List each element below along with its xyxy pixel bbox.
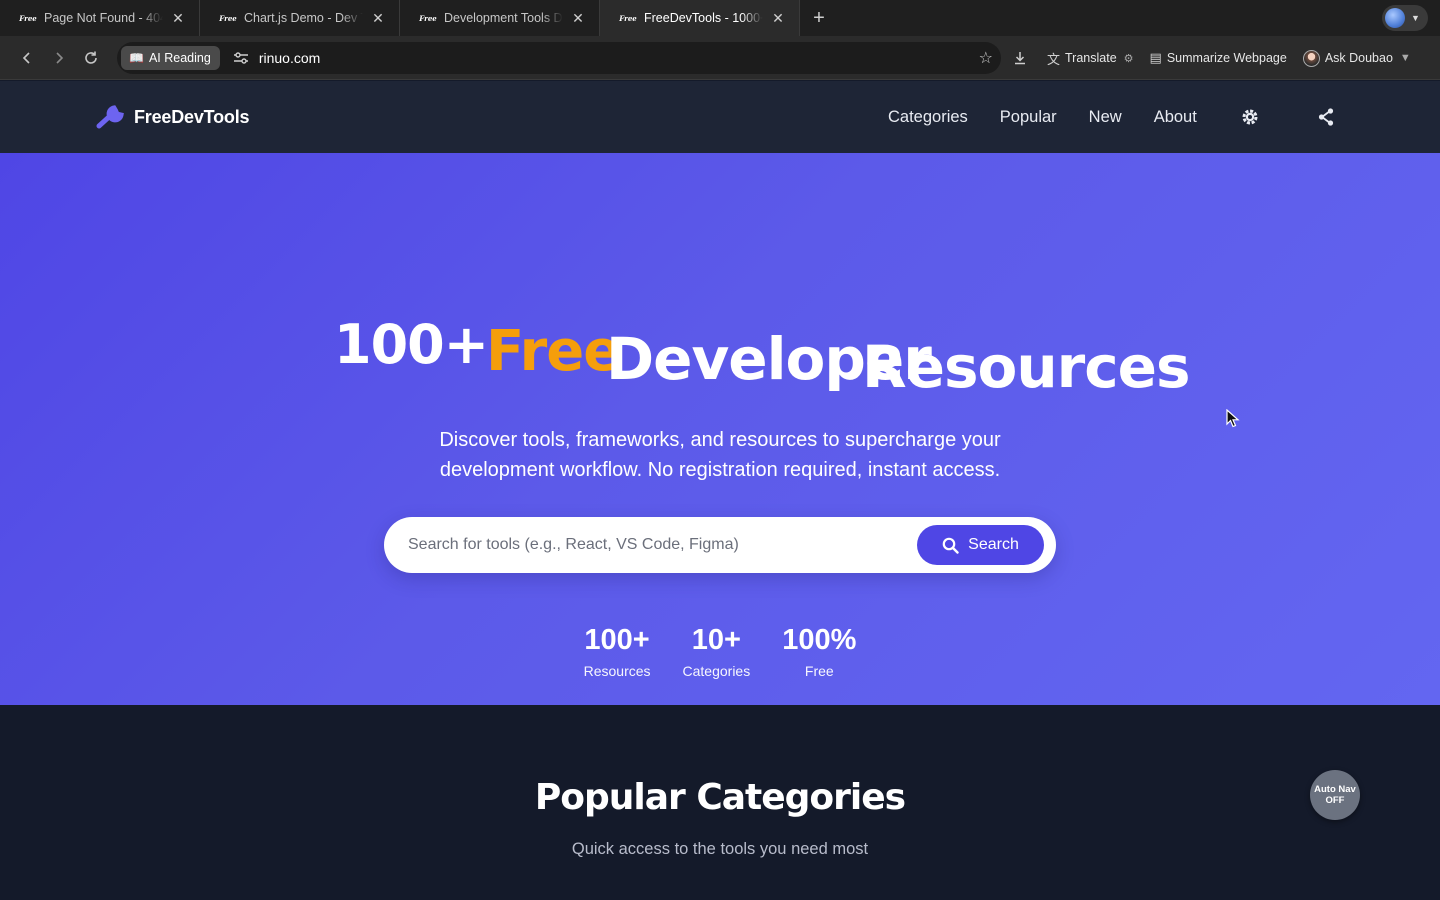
stat-resources: 100+ Resources <box>584 623 651 679</box>
ai-reading-label: AI Reading <box>148 51 211 65</box>
site-logo[interactable]: FreeDevTools <box>96 104 250 130</box>
favicon-icon: Free <box>219 13 237 23</box>
hero-subtitle: Discover tools, frameworks, and resource… <box>0 425 1440 485</box>
browser-tab-active[interactable]: Free FreeDevTools - 1000+ ✕ <box>600 0 800 36</box>
book-icon: 📖 <box>129 51 144 65</box>
translate-label: Translate <box>1065 51 1117 65</box>
site-header: FreeDevTools Categories Popular New Abou… <box>0 81 1440 153</box>
tab-title: Chart.js Demo - Dev Tools <box>244 11 363 25</box>
stat-categories: 10+ Categories <box>683 623 751 679</box>
hero-title-highlight: Free <box>486 319 621 384</box>
stat-free: 100% Free <box>782 623 856 679</box>
avatar <box>1302 49 1320 67</box>
search-icon <box>942 537 959 554</box>
close-tab-icon[interactable]: ✕ <box>169 9 187 27</box>
globe-icon <box>1385 8 1405 28</box>
forward-button[interactable] <box>43 42 75 74</box>
tab-title: FreeDevTools - 1000+ <box>644 11 763 25</box>
settings-icon[interactable] <box>1240 107 1260 127</box>
chevron-down-icon: ▼ <box>1399 52 1411 64</box>
stat-number: 100% <box>782 624 857 656</box>
section-subtitle: Quick access to the tools you need most <box>571 840 869 858</box>
summarize-button[interactable]: ▤ Summarize Webpage <box>1150 50 1287 66</box>
new-tab-button[interactable]: + <box>800 0 838 36</box>
mouse-cursor-icon <box>1226 409 1240 428</box>
ai-reading-button[interactable]: 📖 AI Reading <box>121 46 220 70</box>
search-input[interactable] <box>408 517 908 573</box>
browser-tab[interactable]: Free Chart.js Demo - Dev Tools ✕ <box>200 0 400 36</box>
auto-nav-label: Auto Nav <box>1314 784 1356 795</box>
hero-section: 100+ Free Developer Resources Discover t… <box>0 153 1440 705</box>
translate-button[interactable]: 文 Translate ⚙ <box>1047 49 1134 68</box>
tab-title: Development Tools Dashboard <box>444 11 563 25</box>
document-icon: ▤ <box>1149 50 1162 65</box>
stat-number: 100+ <box>584 624 650 656</box>
close-tab-icon[interactable]: ✕ <box>769 9 787 27</box>
summarize-label: Summarize Webpage <box>1166 51 1287 65</box>
search-button-label: Search <box>968 536 1019 553</box>
hero-title-part: Resources <box>862 333 1191 401</box>
tab-title: Page Not Found - 404 <box>44 11 163 25</box>
close-tab-icon[interactable]: ✕ <box>569 9 587 27</box>
back-button[interactable] <box>11 42 43 74</box>
auto-nav-toggle[interactable]: Auto Nav OFF <box>1310 770 1360 820</box>
translate-icon: 文 <box>1047 51 1061 67</box>
bookmark-star-icon[interactable]: ☆ <box>979 48 993 68</box>
stats-row: 100+ Resources 10+ Categories 100% Free <box>0 623 1440 679</box>
download-button[interactable] <box>1013 51 1027 65</box>
popular-categories-section: Popular Categories Quick access to the t… <box>0 705 1440 900</box>
close-tab-icon[interactable]: ✕ <box>369 9 387 27</box>
nav-categories[interactable]: Categories <box>888 108 968 127</box>
ask-doubao-label: Ask Doubao <box>1324 51 1393 65</box>
logo-text: FreeDevTools <box>134 106 250 127</box>
wrench-icon <box>96 105 124 129</box>
arrow-left-icon <box>22 51 30 64</box>
auto-nav-state: OFF <box>1325 795 1345 806</box>
stat-label: Free <box>804 663 834 679</box>
nav-new[interactable]: New <box>1089 108 1122 127</box>
search-button[interactable]: Search <box>917 525 1044 565</box>
reload-button[interactable] <box>75 42 107 74</box>
arrow-right-icon <box>56 51 64 64</box>
browser-toolbar: 📖 AI Reading rinuo.com ☆ 文 Translate ⚙ ▤… <box>0 36 1440 80</box>
profile-button[interactable]: ▼ <box>1382 5 1428 31</box>
browser-tab[interactable]: Free Development Tools Dashboard ✕ <box>400 0 600 36</box>
download-icon <box>1015 52 1025 65</box>
web-page: FreeDevTools Categories Popular New Abou… <box>0 81 1440 900</box>
stat-number: 10+ <box>691 624 741 656</box>
favicon-icon: Free <box>419 13 437 23</box>
address-bar[interactable]: 📖 AI Reading rinuo.com ☆ <box>117 42 1001 74</box>
share-icon[interactable] <box>1316 107 1336 127</box>
nav-popular[interactable]: Popular <box>1000 108 1057 127</box>
site-nav: Categories Popular New About <box>888 81 1229 153</box>
favicon-icon: Free <box>619 13 637 23</box>
favicon-icon: Free <box>19 13 37 23</box>
hero-subtitle-line: Discover tools, frameworks, and resource… <box>439 429 1001 451</box>
hero-subtitle-line: development workflow. No registration re… <box>439 459 1001 481</box>
ask-doubao-button[interactable]: Ask Doubao ▼ <box>1302 49 1411 67</box>
chevron-down-icon: ▼ <box>1411 13 1420 23</box>
tune-icon: ⚙ <box>1123 52 1134 65</box>
stat-label: Resources <box>583 663 651 679</box>
section-title: Popular Categories <box>534 777 906 818</box>
nav-about[interactable]: About <box>1154 108 1197 127</box>
stat-label: Categories <box>682 663 751 679</box>
site-settings-icon[interactable] <box>226 51 256 65</box>
search-bar: Search <box>384 517 1056 573</box>
browser-tab[interactable]: Free Page Not Found - 404 ✕ <box>0 0 200 36</box>
url-text: rinuo.com <box>258 50 321 66</box>
hero-title-part: 100+ <box>334 313 489 376</box>
reload-icon <box>85 51 97 64</box>
browser-tab-bar: Free Page Not Found - 404 ✕ Free Chart.j… <box>0 0 1440 36</box>
